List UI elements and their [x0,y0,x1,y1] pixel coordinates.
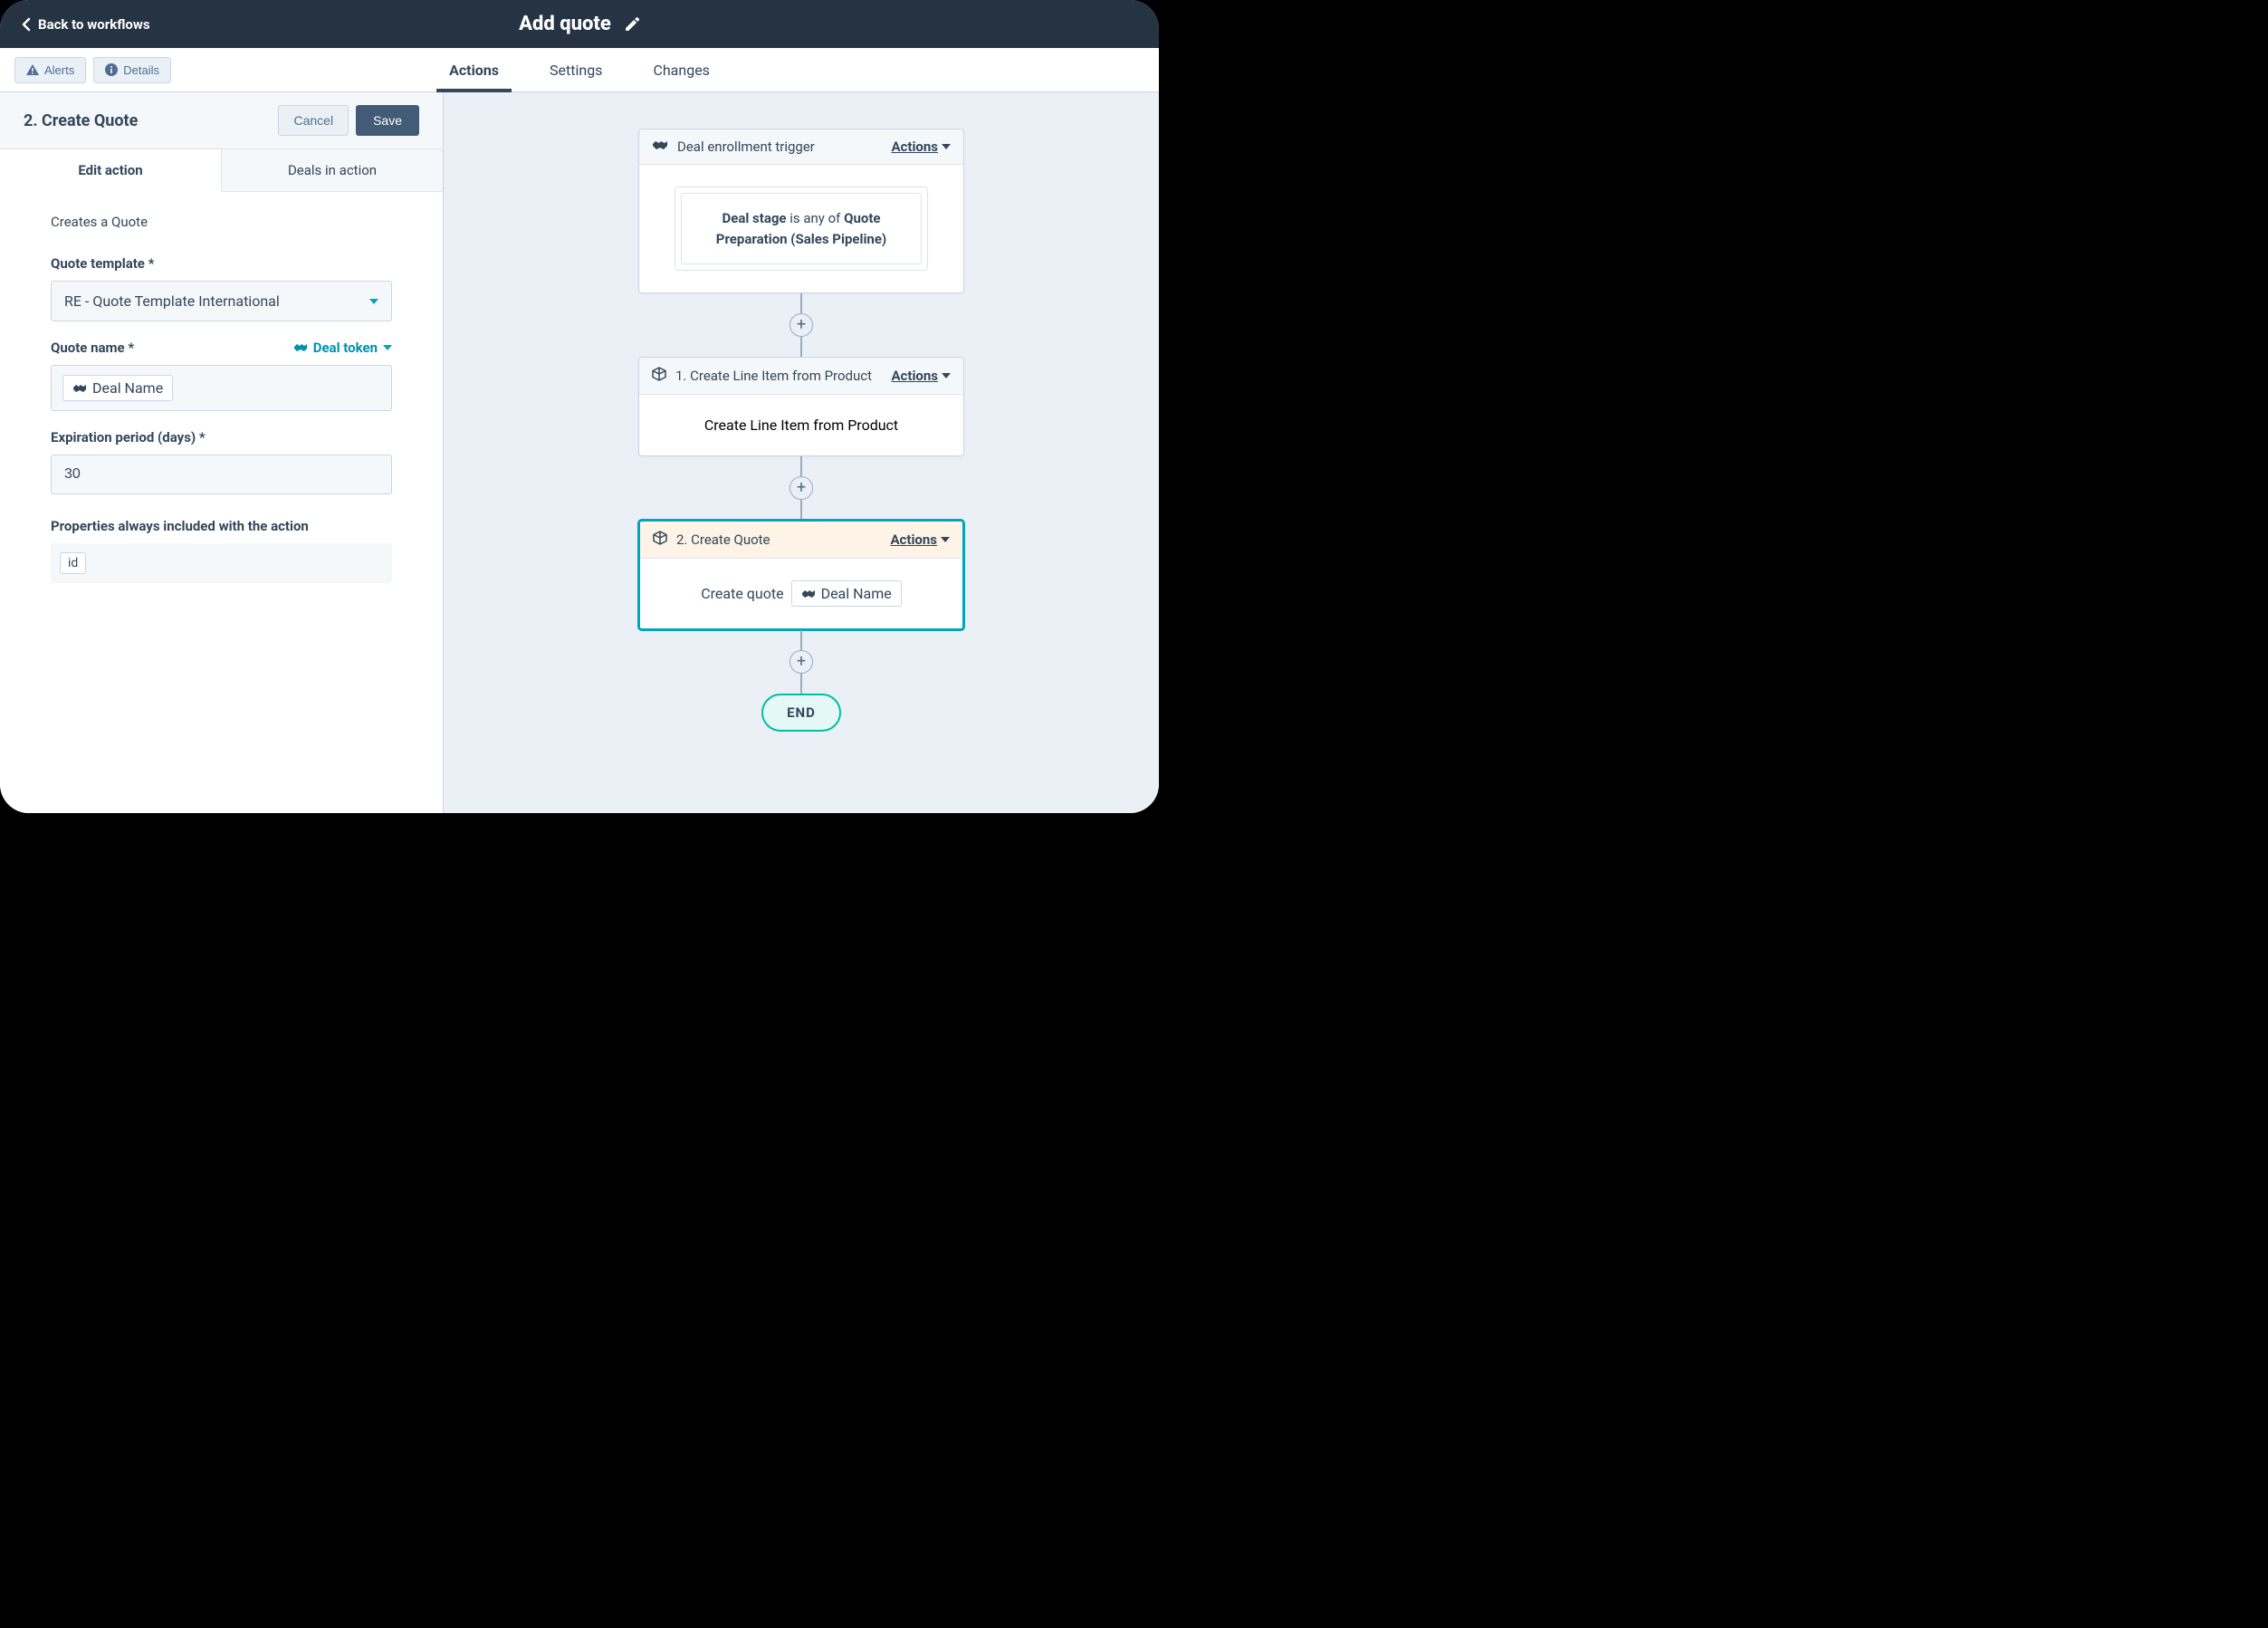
deal-token-link[interactable]: Deal token [293,340,392,356]
title-wrap: Add quote [519,13,640,35]
connector-line [800,337,802,357]
caret-down-icon [941,537,950,542]
node2-body-prefix: Create quote [701,585,783,602]
caret-down-icon [383,345,392,350]
trigger-body: Deal stage is any of Quote Preparation (… [639,165,963,292]
panel-actions: Cancel Save [278,105,419,136]
action-description: Creates a Quote [51,214,392,230]
main: 2. Create Quote Cancel Save Edit action … [0,92,1159,813]
handshake-icon [801,589,816,599]
cancel-button[interactable]: Cancel [278,105,349,136]
sub-nav: Alerts Details Actions Settings Changes [0,48,1159,92]
prop-chip-id: id [60,552,86,574]
deal-name-pill: Deal Name [791,580,902,607]
trigger-middle: is any of [787,210,845,226]
pill-label: Deal Name [92,379,163,397]
actions-label: Actions [891,368,938,384]
node1-actions-menu[interactable]: Actions [891,368,951,384]
quote-name-row: Quote name * Deal token [51,340,392,356]
details-button[interactable]: Details [93,57,171,83]
panel-tab-edit-action[interactable]: Edit action [0,149,222,192]
top-bar: Back to workflows Add quote [0,0,1159,48]
connector-line [800,456,802,476]
panel-tabs: Edit action Deals in action [0,149,443,192]
actions-label: Actions [890,531,937,548]
caret-down-icon [942,144,951,149]
panel-tab-deals-in-action[interactable]: Deals in action [222,149,443,191]
node-header: 1. Create Line Item from Product Actions [639,358,963,395]
deal-name-pill[interactable]: Deal Name [62,375,173,401]
node1-title: 1. Create Line Item from Product [675,368,872,384]
page-title: Add quote [519,13,611,35]
app-window: Back to workflows Add quote Alerts Detai… [0,0,1159,813]
details-label: Details [123,63,159,77]
info-icon [105,63,118,76]
panel-body: Creates a Quote Quote template * RE - Qu… [0,192,443,605]
node-header-left: 1. Create Line Item from Product [652,367,872,385]
trigger-node[interactable]: Deal enrollment trigger Actions Deal sta… [638,129,964,293]
node-header-left: 2. Create Quote [653,531,770,549]
cube-icon [653,531,667,549]
alert-icon [26,64,39,75]
save-button[interactable]: Save [356,105,419,136]
caret-down-icon [942,373,951,378]
quote-name-input[interactable]: Deal Name [51,365,392,411]
panel-title: 2. Create Quote [24,111,138,130]
tab-settings[interactable]: Settings [550,48,602,91]
node-create-quote[interactable]: 2. Create Quote Actions Create quote [638,520,964,630]
quote-template-select[interactable]: RE - Quote Template International [51,281,392,321]
node-header: 2. Create Quote Actions [640,522,962,559]
handshake-icon [652,139,668,155]
back-to-workflows-link[interactable]: Back to workflows [22,16,150,33]
expiration-label: Expiration period (days) * [51,429,392,445]
pencil-icon[interactable] [624,16,640,33]
handshake-icon [72,383,87,394]
node2-body: Create quote Deal Name [640,559,962,628]
connector-line [800,630,802,650]
tab-actions[interactable]: Actions [449,48,499,91]
add-step-button[interactable]: + [789,313,813,337]
connector-line [800,293,802,313]
props-label: Properties always included with the acti… [51,518,392,534]
add-step-button[interactable]: + [789,650,813,674]
left-tools: Alerts Details [0,57,171,83]
workflow-canvas[interactable]: Deal enrollment trigger Actions Deal sta… [444,92,1159,813]
trigger-actions-menu[interactable]: Actions [891,139,951,155]
pill-label: Deal Name [821,585,892,602]
quote-template-value: RE - Quote Template International [64,292,280,310]
connector-line [800,674,802,694]
node-header-left: Deal enrollment trigger [652,139,815,155]
trigger-title: Deal enrollment trigger [677,139,815,155]
connector-line [800,500,802,520]
panel-header: 2. Create Quote Cancel Save [0,92,443,149]
props-box: id [51,543,392,583]
actions-label: Actions [891,139,938,155]
node1-body: Create Line Item from Product [639,395,963,455]
cube-icon [652,367,666,385]
tab-changes[interactable]: Changes [653,48,710,91]
trigger-prop: Deal stage [722,210,786,226]
caret-down-icon [369,299,378,304]
node1-body-text: Create Line Item from Product [704,417,898,434]
expiration-input[interactable] [51,455,392,494]
alerts-label: Alerts [44,63,74,77]
node2-title: 2. Create Quote [676,531,770,548]
chevron-left-icon [22,17,31,32]
node-header: Deal enrollment trigger Actions [639,129,963,165]
back-label: Back to workflows [38,16,150,33]
trigger-box: Deal stage is any of Quote Preparation (… [675,187,928,271]
add-step-button[interactable]: + [789,476,813,500]
deal-token-text: Deal token [313,340,378,356]
handshake-icon [293,342,308,353]
node-create-line-item[interactable]: 1. Create Line Item from Product Actions… [638,357,964,456]
trigger-condition: Deal stage is any of Quote Preparation (… [681,193,922,264]
alerts-button[interactable]: Alerts [14,57,86,83]
quote-template-label: Quote template * [51,255,392,272]
quote-name-label: Quote name * [51,340,134,356]
side-panel: 2. Create Quote Cancel Save Edit action … [0,92,444,813]
node2-actions-menu[interactable]: Actions [890,531,950,548]
center-tabs: Actions Settings Changes [449,48,710,91]
end-badge: END [761,694,841,732]
